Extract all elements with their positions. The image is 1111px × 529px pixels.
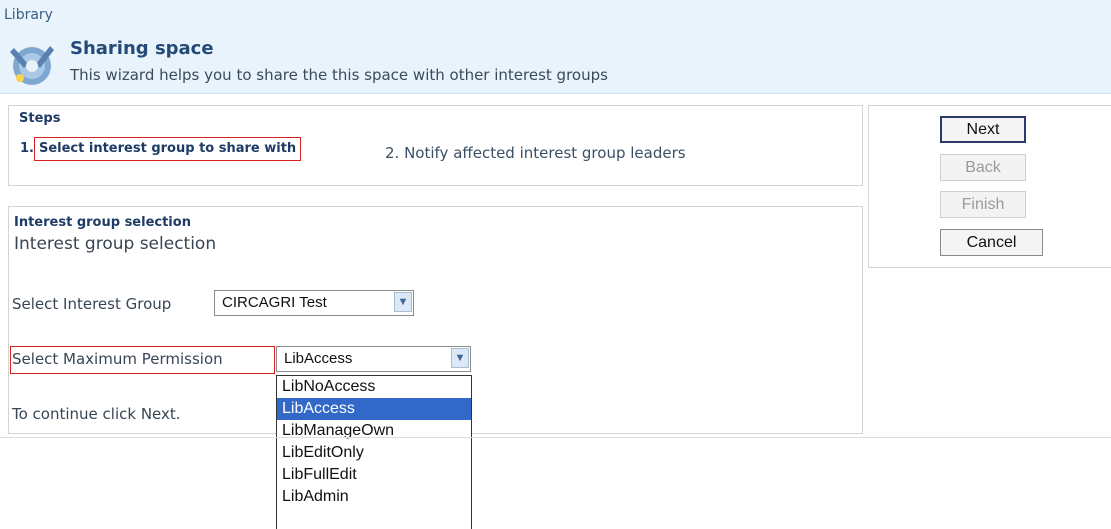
continue-hint: To continue click Next.	[12, 405, 181, 423]
permission-dropdown-list[interactable]: LibNoAccess LibAccess LibManageOwn LibEd…	[276, 375, 472, 529]
breadcrumb[interactable]: Library	[4, 7, 53, 23]
wizard-title: Sharing space	[70, 38, 214, 59]
page-divider	[0, 437, 1111, 438]
selection-heading: Interest group selection	[14, 215, 191, 230]
wizard-description: This wizard helps you to share the this …	[70, 66, 608, 84]
interest-group-select[interactable]: CIRCAGRI Test ▼	[214, 290, 414, 316]
dropdown-option[interactable]: LibNoAccess	[277, 376, 471, 398]
cancel-button[interactable]: Cancel	[940, 229, 1043, 256]
interest-group-value: CIRCAGRI Test	[222, 294, 327, 311]
selection-subheading: Interest group selection	[14, 234, 217, 254]
max-permission-select[interactable]: LibAccess ▼	[276, 346, 471, 372]
max-permission-value: LibAccess	[284, 350, 353, 367]
chevron-down-icon[interactable]: ▼	[394, 292, 412, 312]
dropdown-option[interactable]: LibFullEdit	[277, 464, 471, 486]
interest-group-label: Select Interest Group	[12, 295, 172, 313]
header-bar: Library Sharing space This wizard helps …	[0, 0, 1111, 94]
step-1[interactable]: 1. Select interest group to share with	[20, 137, 302, 161]
dropdown-option[interactable]: LibAdmin	[277, 486, 471, 508]
steps-heading: Steps	[19, 111, 61, 126]
dropdown-option[interactable]: LibEditOnly	[277, 442, 471, 464]
wizard-nav-panel: Next Back Finish Cancel	[868, 105, 1111, 268]
steps-panel: Steps 1. Select interest group to share w…	[8, 105, 863, 186]
wizard-gear-icon	[10, 46, 54, 85]
finish-button[interactable]: Finish	[940, 191, 1026, 218]
dropdown-option[interactable]: LibManageOwn	[277, 420, 471, 442]
next-button[interactable]: Next	[940, 116, 1026, 143]
dropdown-option-selected[interactable]: LibAccess	[277, 398, 471, 420]
back-button[interactable]: Back	[940, 154, 1026, 181]
chevron-down-icon[interactable]: ▼	[451, 348, 469, 368]
step-2[interactable]: 2. Notify affected interest group leader…	[385, 144, 686, 162]
max-permission-label: Select Maximum Permission	[12, 350, 223, 368]
step-1-label: Select interest group to share with	[33, 137, 302, 161]
step-1-number: 1.	[20, 141, 34, 156]
